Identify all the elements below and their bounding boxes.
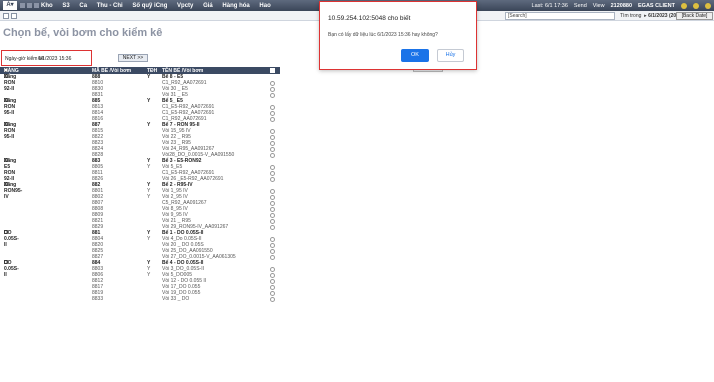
- row-select-radio[interactable]: [270, 278, 275, 284]
- column-header-code: MÃ BỂ /Vòi bơm: [92, 67, 132, 74]
- highlight-box: [1, 50, 92, 66]
- nav-square-icon[interactable]: [27, 3, 32, 8]
- row-select-radio[interactable]: [270, 176, 275, 182]
- row-select-radio[interactable]: [270, 212, 275, 218]
- row-select-radio[interactable]: [270, 194, 275, 200]
- row-select-radio[interactable]: [270, 170, 275, 176]
- table-header: HÀNG HÓA MÃ BỂ /Vòi bơm TĐH TÊN BỂ /Vòi …: [0, 67, 280, 80]
- row-select-radio[interactable]: [270, 290, 275, 296]
- menu-item-so-quy[interactable]: Số quỹ iCng: [132, 3, 167, 9]
- tank-pump-table: HÀNG HÓA MÃ BỂ /Vòi bơm TĐH TÊN BỂ /Vòi …: [0, 67, 280, 382]
- page-title: Chọn bể, vòi bơm cho kiểm kê: [3, 27, 163, 39]
- row-select-radio[interactable]: [270, 110, 275, 116]
- dialog-title: 10.59.254.102:5048 cho biết: [328, 15, 411, 22]
- settings-icon[interactable]: [693, 2, 699, 9]
- refresh-icon[interactable]: [681, 2, 687, 9]
- app-logo-icon[interactable]: A▾: [3, 1, 17, 10]
- row-select-radio[interactable]: [270, 248, 275, 254]
- row-select-radio[interactable]: [270, 254, 275, 260]
- menu-item-gia[interactable]: Giá: [203, 3, 213, 9]
- search-option[interactable]: Tìm trong ▸ 6/1/2023 (2023): [620, 12, 683, 20]
- table-body: Xăng RON 92-II 888 Y Bể 8 - E5 8810 C1_R92_AA…: [0, 74, 280, 302]
- table-row[interactable]: 8833 Vòi 33 _ DO: [0, 296, 280, 302]
- row-select-radio[interactable]: [270, 206, 275, 212]
- row-select-radio[interactable]: [270, 284, 275, 290]
- row-select-radio[interactable]: [270, 218, 275, 224]
- row-select-radio[interactable]: [270, 140, 275, 146]
- row-select-radio[interactable]: [270, 236, 275, 242]
- menu-item-hao[interactable]: Hao: [259, 3, 270, 9]
- back-date-button[interactable]: [Back Date]: [676, 12, 713, 20]
- row-select-radio[interactable]: [270, 92, 275, 98]
- view-link[interactable]: View: [593, 3, 605, 9]
- user-code: 2120880: [610, 2, 633, 9]
- nav-square-icon[interactable]: [20, 3, 25, 8]
- row-select-radio[interactable]: [270, 164, 275, 170]
- row-select-radio[interactable]: [270, 104, 275, 110]
- header-select-checkbox[interactable]: [270, 67, 275, 73]
- menu-item-ca[interactable]: Ca: [79, 3, 87, 9]
- row-select-radio[interactable]: [270, 86, 275, 92]
- row-select-radio[interactable]: [270, 188, 275, 194]
- row-select-radio[interactable]: [270, 266, 275, 272]
- row-select-radio[interactable]: [270, 80, 275, 86]
- column-header-tdh: TĐH: [147, 67, 158, 74]
- row-select-radio[interactable]: [270, 242, 275, 248]
- row-select-radio[interactable]: [270, 296, 275, 302]
- row-select-radio[interactable]: [270, 152, 275, 158]
- cancel-button[interactable]: Hủy: [437, 49, 464, 62]
- menu-item-hang-hoa[interactable]: Hàng hóa: [222, 3, 249, 9]
- main-menu: Kho S3 Ca Thu - Chi Số quỹ iCng Vpcty Gi…: [41, 3, 279, 9]
- row-select-radio[interactable]: [270, 134, 275, 140]
- header-right: Last: 6/1 17:36 Send View 2120880 EGAS C…: [529, 0, 714, 11]
- row-select-radio[interactable]: [270, 272, 275, 278]
- menu-item-thu-chi[interactable]: Thu - Chi: [97, 3, 123, 9]
- code-cell: 8833: [92, 296, 104, 302]
- row-select-radio[interactable]: [270, 200, 275, 206]
- home-icon[interactable]: [3, 13, 9, 19]
- nav-square-icon[interactable]: [34, 3, 39, 8]
- name-cell: Vòi 33 _ DO: [162, 296, 190, 302]
- search-option-label: Tìm trong: [620, 13, 642, 19]
- row-select-radio[interactable]: [270, 128, 275, 134]
- client-name: EGAS CLIENT: [638, 2, 675, 9]
- send-link[interactable]: Send: [574, 3, 587, 9]
- row-select-radio[interactable]: [270, 224, 275, 230]
- print-icon[interactable]: [11, 13, 17, 19]
- column-header-name: TÊN BỂ /Vòi bơm: [162, 67, 204, 74]
- next-button[interactable]: NEXT >>: [118, 54, 148, 62]
- user-icon[interactable]: [705, 2, 711, 9]
- menu-item-vpcty[interactable]: Vpcty: [177, 3, 193, 9]
- search-input[interactable]: [Search]: [505, 12, 615, 20]
- last-sync-label: Last: 6/1 17:36: [531, 2, 568, 9]
- dialog-message: Bạn có lấy dữ liệu lúc 6/1/2023 15:36 ha…: [328, 32, 438, 38]
- menu-item-kho[interactable]: Kho: [41, 3, 53, 9]
- row-select-radio[interactable]: [270, 146, 275, 152]
- menu-item-s3[interactable]: S3: [62, 3, 69, 9]
- ok-button[interactable]: OK: [401, 49, 429, 62]
- row-select-radio[interactable]: [270, 116, 275, 122]
- confirm-dialog: 10.59.254.102:5048 cho biết Bạn có lấy d…: [319, 1, 477, 70]
- toolbar-icons: [3, 13, 19, 19]
